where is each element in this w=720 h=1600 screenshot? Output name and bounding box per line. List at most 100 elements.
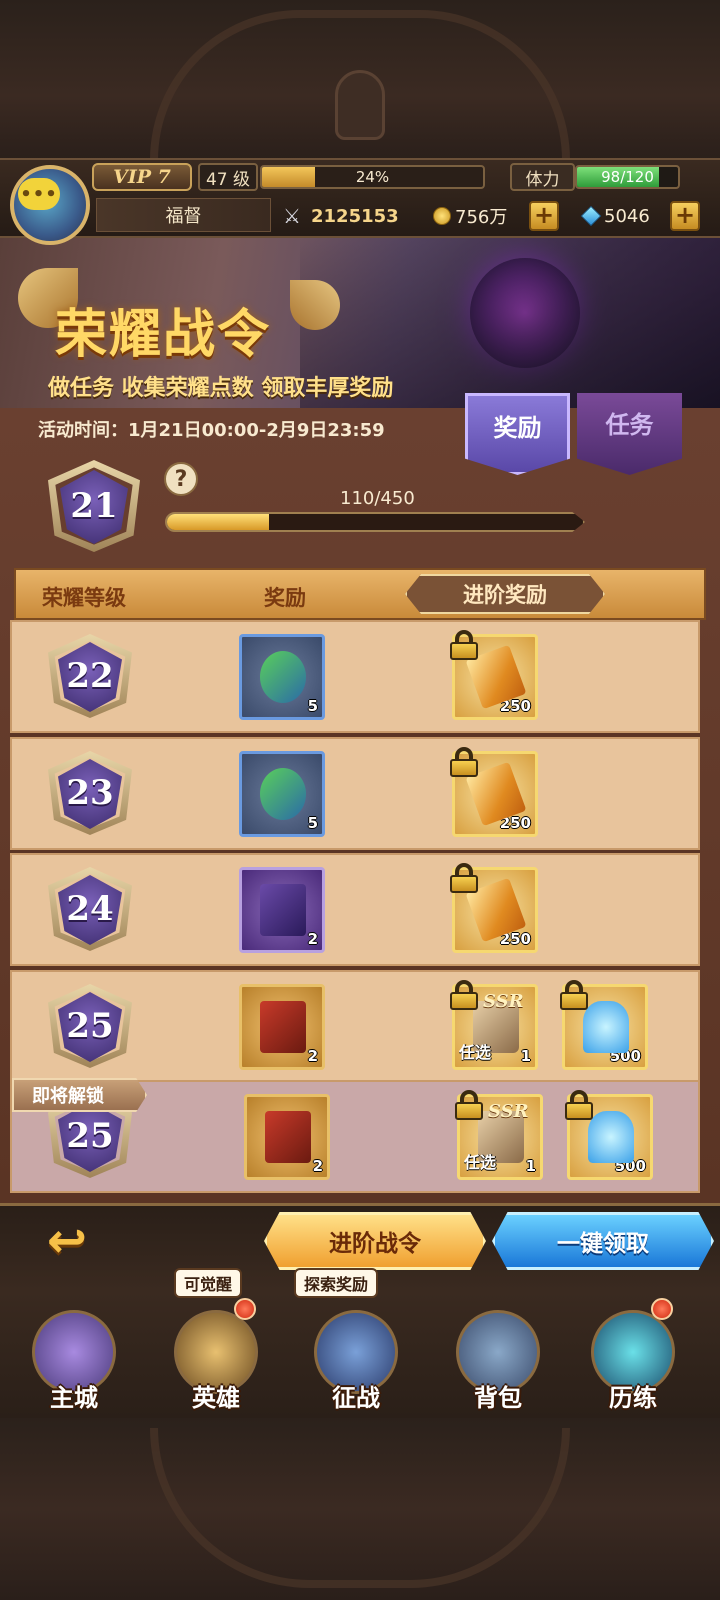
nav-label: 历练 xyxy=(609,1384,657,1412)
gold-value: 756万 xyxy=(455,207,508,228)
lock-icon xyxy=(565,1090,593,1120)
stamina-bar[interactable]: 98/120 xyxy=(575,165,680,189)
reward-row: 25 2 SSR 任选 1 500 xyxy=(10,970,700,1083)
current-rank-badge: 21 xyxy=(48,460,140,552)
coming-unlock-tag: 即将解锁 xyxy=(12,1078,147,1112)
free-reward-item[interactable]: 2 xyxy=(239,867,325,953)
crystal-icon xyxy=(260,768,306,820)
header-advanced-reward[interactable]: 进阶奖励 xyxy=(405,574,605,614)
rank-badge: 25 xyxy=(48,984,132,1068)
book-icon xyxy=(260,1001,306,1053)
nav-hint-tag: 可觉醒 xyxy=(174,1268,243,1298)
rank-progress-fill xyxy=(167,514,269,530)
right-wing-ornament xyxy=(290,280,340,330)
nav-label: 英雄 xyxy=(192,1384,240,1412)
free-reward-item[interactable]: 5 xyxy=(239,751,325,837)
player-name: 福督 xyxy=(96,198,271,232)
nav-label: 征战 xyxy=(332,1384,380,1412)
nav-item[interactable]: 背包 xyxy=(450,1310,546,1418)
header-reward: 奖励 xyxy=(264,586,306,610)
nav-hint-tag: 探索奖励 xyxy=(294,1268,379,1298)
lock-icon xyxy=(450,630,478,660)
exp-text: 24% xyxy=(355,168,390,186)
free-reward-item[interactable]: 5 xyxy=(239,634,325,720)
claim-all-button[interactable]: 一键领取 xyxy=(492,1212,714,1270)
helmet-ornament xyxy=(335,70,385,140)
free-reward-item[interactable]: 2 xyxy=(244,1094,330,1180)
free-reward-item[interactable]: 2 xyxy=(239,984,325,1070)
add-gems-button[interactable]: + xyxy=(670,201,700,231)
combat-power: ⚔ 2125153 xyxy=(283,202,399,230)
lock-icon xyxy=(560,980,588,1010)
return-arrow-icon: ↩ xyxy=(46,1213,88,1269)
book-icon xyxy=(260,884,306,936)
reward-row: 23 5 250 xyxy=(10,737,700,850)
advance-pass-button[interactable]: 进阶战令 xyxy=(264,1212,486,1270)
rank-number: 22 xyxy=(66,656,114,696)
rank-badge: 24 xyxy=(48,867,132,951)
lock-icon xyxy=(450,863,478,893)
nav-label: 背包 xyxy=(474,1384,522,1412)
lock-body xyxy=(450,992,478,1010)
item-quantity: 5 xyxy=(307,814,318,832)
ssr-tag: SSR xyxy=(483,991,524,1012)
lock-body xyxy=(450,759,478,777)
pick-any-tag: 任选 xyxy=(459,1043,492,1062)
vip-badge[interactable]: VIP 7 xyxy=(92,163,192,191)
stamina-text: 98/120 xyxy=(601,168,654,186)
nav-item[interactable]: 征战 探索奖励 xyxy=(294,1268,404,1418)
nav-item[interactable]: 历练 xyxy=(585,1298,681,1418)
rank-number: 25 xyxy=(66,1116,114,1156)
gold-counter: 756万 xyxy=(433,202,507,230)
item-quantity: 1 xyxy=(520,1047,531,1065)
item-quantity: 2 xyxy=(307,930,318,948)
rank-number: 25 xyxy=(66,1006,114,1046)
rank-progress-bar xyxy=(165,512,585,532)
nav-item[interactable]: 英雄 可觉醒 xyxy=(168,1268,264,1418)
help-button[interactable]: ? xyxy=(164,462,198,496)
current-rank-number: 21 xyxy=(70,486,118,526)
lock-body xyxy=(565,1102,593,1120)
item-quantity: 1 xyxy=(525,1157,536,1175)
crossed-swords-icon: ⚔ xyxy=(283,204,301,228)
lock-body xyxy=(455,1102,483,1120)
diamond-pile-icon xyxy=(588,1111,634,1163)
item-quantity: 2 xyxy=(307,1047,318,1065)
reward-row: 22 5 250 xyxy=(10,620,700,733)
lock-icon xyxy=(455,1090,483,1120)
crystal-icon xyxy=(260,651,306,703)
stamina-label: 体力 xyxy=(510,163,575,191)
tab-tasks[interactable]: 任务 xyxy=(577,393,682,475)
exp-bar: 24% xyxy=(260,165,485,189)
chat-bubble-icon[interactable]: ••• xyxy=(18,178,60,210)
lock-body xyxy=(560,992,588,1010)
gem-counter: 5046 xyxy=(580,202,650,230)
ssr-tag: SSR xyxy=(488,1101,529,1122)
lock-body xyxy=(450,642,478,660)
add-gold-button[interactable]: + xyxy=(529,201,559,231)
book-icon xyxy=(265,1111,311,1163)
item-quantity: 5 xyxy=(307,697,318,715)
gem-value: 5046 xyxy=(604,205,650,227)
lock-icon xyxy=(450,747,478,777)
back-button[interactable]: ↩ xyxy=(28,1212,106,1270)
nav-label: 主城 xyxy=(50,1384,98,1412)
bottom-arch-ornament xyxy=(150,1428,570,1588)
pick-any-tag: 任选 xyxy=(464,1153,497,1172)
reward-row: 24 2 250 xyxy=(10,853,700,966)
rank-number: 24 xyxy=(66,889,114,929)
item-quantity: 2 xyxy=(312,1157,323,1175)
tab-rewards[interactable]: 奖励 xyxy=(465,393,570,475)
notification-dot xyxy=(651,1298,673,1320)
nav-item[interactable]: 主城 xyxy=(26,1310,122,1418)
event-time: 活动时间：1月21日00:00-2月9日23:59 xyxy=(38,420,385,441)
rank-badge: 22 xyxy=(48,634,132,718)
player-level: 47 级 xyxy=(198,163,258,191)
diamond-pile-icon xyxy=(583,1001,629,1053)
lock-icon xyxy=(450,980,478,1010)
top-decoration xyxy=(0,0,720,160)
combat-power-value: 2125153 xyxy=(311,205,399,227)
rank-progress-text: 110/450 xyxy=(340,488,415,509)
gold-coin-icon xyxy=(433,207,451,225)
banner-subtitle: 做任务 收集荣耀点数 领取丰厚奖励 xyxy=(48,376,394,401)
